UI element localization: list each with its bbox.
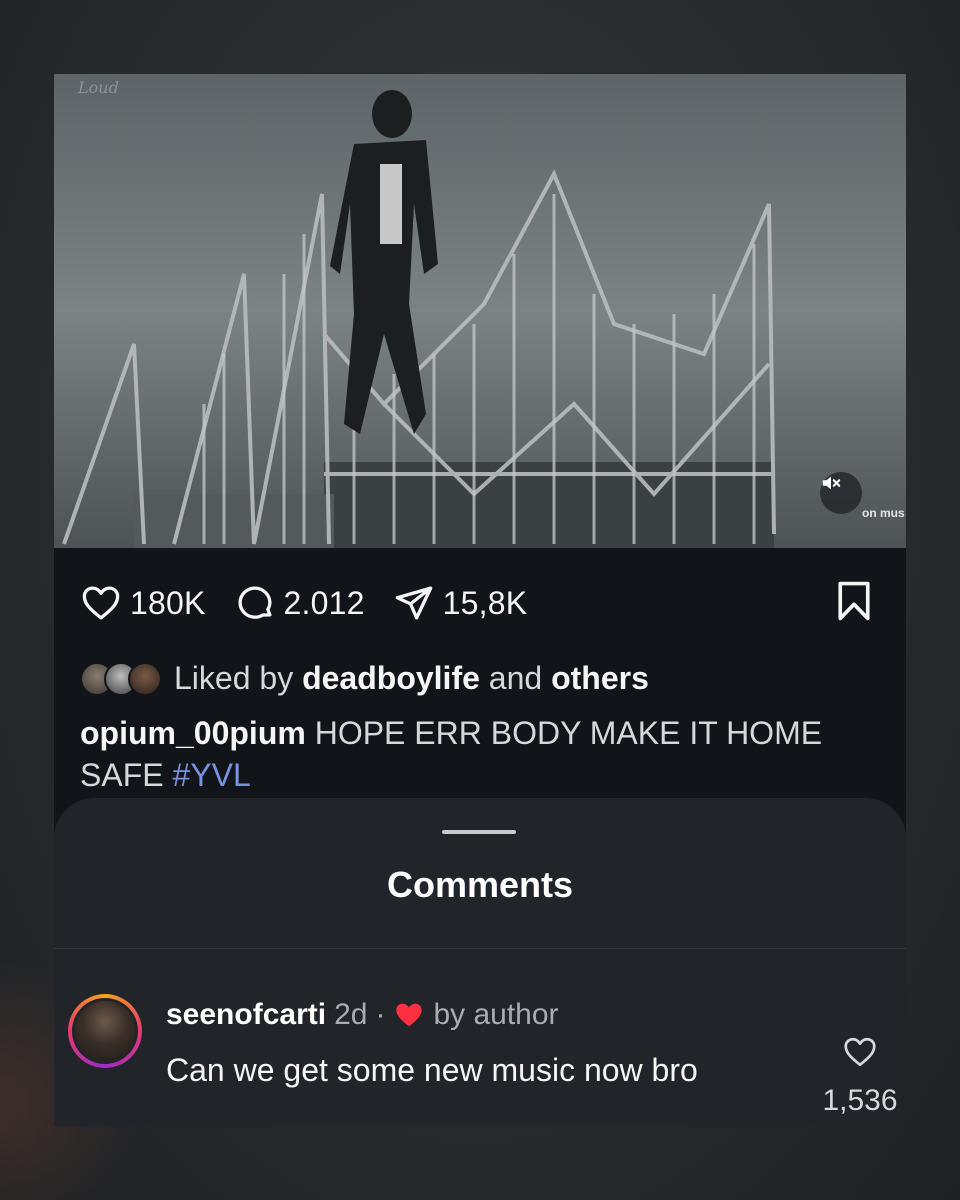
comment-like-count: 1,536: [822, 1084, 898, 1117]
liked-by-prefix: Liked by: [174, 660, 294, 696]
comment-like-button[interactable]: 1,536: [810, 1034, 906, 1118]
post-actions-bar: 180K 2.012 15,8K: [54, 548, 906, 658]
comment-text: Can we get some new music now bro: [166, 1052, 698, 1088]
shares-count: 15,8K: [442, 584, 528, 621]
heart-icon: [844, 1037, 876, 1067]
likes-count: 180K: [130, 584, 206, 621]
avatar: [128, 661, 162, 696]
liked-by-avatars: [80, 661, 162, 696]
sheet-title: Comments: [386, 864, 574, 905]
share-action[interactable]: 15,8K: [393, 582, 528, 624]
comment-header: seenofcarti 2d · by author: [166, 998, 559, 1032]
comment-username[interactable]: seenofcarti: [166, 998, 326, 1032]
comment-separator: ·: [375, 998, 386, 1031]
video-watermark: Loud: [78, 78, 119, 97]
video-frame-illustration: [54, 74, 906, 548]
post-video[interactable]: Loud on mus: [54, 74, 906, 548]
liked-by-joiner: and: [488, 660, 543, 696]
caption-hashtag[interactable]: #YVL: [172, 757, 250, 793]
divider: [54, 948, 906, 949]
comment-time: 2d: [334, 998, 368, 1031]
comments-count: 2.012: [283, 584, 365, 621]
bookmark-icon: [838, 581, 870, 621]
liked-by-row[interactable]: Liked by deadboylife and others: [80, 660, 649, 697]
author-heart-icon: [396, 1003, 423, 1027]
liked-by-others[interactable]: others: [551, 660, 649, 697]
comment-action[interactable]: 2.012: [234, 582, 365, 624]
post-caption: opium_00pium HOPE ERR BODY MAKE IT HOME …: [80, 712, 840, 796]
send-icon: [395, 586, 432, 620]
comment-item: seenofcarti 2d · by author Can we get so…: [68, 994, 898, 1117]
comment-bubble-icon: [238, 586, 272, 619]
avatar[interactable]: [68, 994, 142, 1068]
mute-button[interactable]: [820, 472, 862, 514]
media-brand-text: on mus: [862, 506, 905, 520]
post-card: Loud on mus 180K 2.012 15,8K Liked by de…: [54, 74, 906, 1126]
heart-icon: [82, 586, 120, 620]
speaker-muted-icon: [822, 476, 841, 490]
liked-by-user[interactable]: deadboylife: [302, 660, 480, 697]
sheet-drag-handle[interactable]: [442, 830, 516, 834]
caption-username[interactable]: opium_00pium: [80, 715, 306, 751]
comments-sheet: Comments seenofcarti 2d · by author Can …: [54, 798, 906, 1126]
liked-by-author-label: by author: [433, 998, 559, 1031]
save-button[interactable]: [832, 578, 876, 629]
like-action[interactable]: 180K: [80, 582, 206, 624]
